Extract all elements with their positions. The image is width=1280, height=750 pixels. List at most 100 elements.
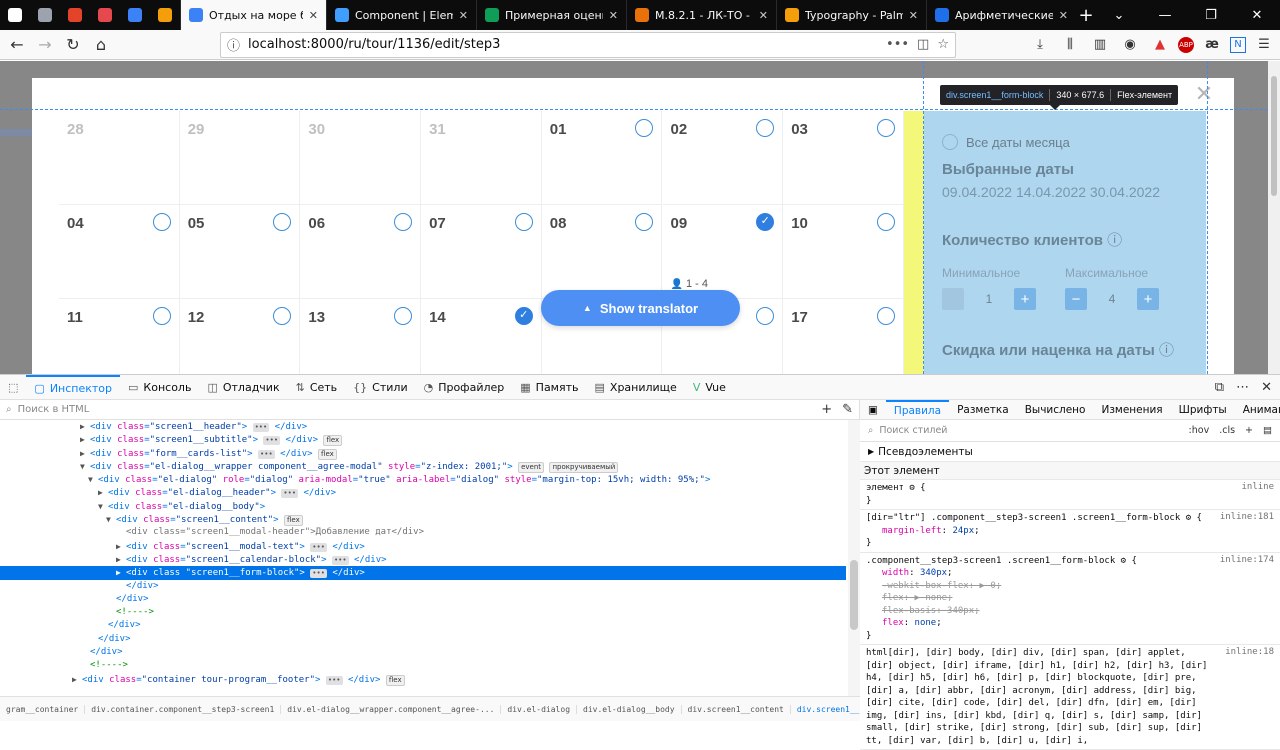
day-radio[interactable]	[876, 307, 895, 325]
min-decrease-button[interactable]	[942, 288, 964, 310]
expand-arrow-icon[interactable]: ▼	[80, 460, 90, 473]
calendar-day[interactable]: 30	[300, 111, 422, 205]
browser-tab[interactable]: Отдых на море без п ✕	[180, 0, 326, 30]
devtools-tab[interactable]: ▤ Хранилище	[587, 375, 685, 400]
dom-node[interactable]: ▼ <div class="el-dialog__body">	[0, 500, 846, 513]
day-checked-icon[interactable]: ✓	[756, 213, 775, 231]
calendar-day[interactable]: 02	[662, 111, 784, 205]
devtools-menu-icon[interactable]: ⋯	[1236, 380, 1249, 395]
dom-node[interactable]: </div>	[0, 619, 846, 632]
breadcrumb-item[interactable]: div.screen1__content	[682, 704, 791, 714]
pinned-tab[interactable]	[90, 0, 120, 30]
tab-close-icon[interactable]: ✕	[309, 9, 318, 22]
day-radio[interactable]	[635, 119, 654, 137]
min-value[interactable]: 1	[964, 292, 1014, 306]
browser-tab[interactable]: Component | Element ✕	[326, 0, 476, 30]
pinned-tab[interactable]	[150, 0, 180, 30]
dialog-close-icon[interactable]: ✕	[1194, 84, 1214, 106]
devtools-tab[interactable]: ⇅ Сеть	[288, 375, 346, 400]
calendar-day[interactable]: 03	[783, 111, 904, 205]
menu-icon[interactable]: ☰	[1252, 35, 1276, 55]
dom-node[interactable]: </div>	[0, 633, 846, 646]
devtools-tab[interactable]: ◫ Отладчик	[199, 375, 287, 400]
min-increase-button[interactable]: +	[1014, 288, 1036, 310]
add-rule-icon[interactable]: +	[1245, 425, 1253, 436]
all-dates-radio[interactable]: Все даты месяца	[942, 134, 1070, 150]
devtools-tab[interactable]: V Vue	[685, 375, 734, 400]
calendar-day[interactable]: 13	[300, 299, 422, 374]
adblock-icon[interactable]: ABP	[1178, 36, 1194, 53]
rule-source-link[interactable]: inline:181	[1220, 512, 1274, 522]
calendar-day[interactable]: 29	[179, 111, 301, 205]
devtools-tab[interactable]: ◔ Профайлер	[416, 375, 513, 400]
page-info-icon[interactable]: ⓘ	[227, 35, 240, 54]
calendar-day[interactable]: 05	[179, 205, 301, 299]
reload-button[interactable]: ↻	[60, 32, 86, 58]
window-expand-icon[interactable]: ⌄	[1096, 8, 1142, 23]
calendar-day[interactable]: 31	[421, 111, 542, 205]
html-search-input[interactable]: Поиск в HTML	[18, 404, 90, 415]
minimize-button[interactable]: —	[1142, 8, 1188, 23]
expand-arrow-icon[interactable]: ▶	[116, 553, 126, 566]
expand-arrow-icon[interactable]: ▼	[98, 500, 108, 513]
day-radio[interactable]	[756, 307, 775, 325]
dom-node[interactable]: ▶ <div class="el-dialog__header"> ••• </d…	[0, 486, 846, 499]
tab-close-icon[interactable]: ✕	[1059, 9, 1068, 22]
devtools-tab[interactable]: ▦ Память	[512, 375, 586, 400]
day-radio[interactable]	[394, 307, 413, 325]
restore-button[interactable]: ❐	[1188, 8, 1234, 23]
rule-selector[interactable]: html[dir], [dir] body, [dir] div, [dir] …	[866, 647, 1274, 747]
library-icon[interactable]: ⫼	[1058, 35, 1082, 55]
calendar-day[interactable]: 04	[59, 205, 180, 299]
page-scrollbar[interactable]	[1268, 61, 1280, 374]
browser-tab[interactable]: Арифметические опе ✕	[926, 0, 1076, 30]
new-tab-button[interactable]: +	[1076, 5, 1096, 26]
expand-arrow-icon[interactable]: ▶	[72, 673, 82, 686]
day-radio[interactable]	[273, 213, 292, 231]
breadcrumb-item[interactable]: div.el-dialog__body	[577, 704, 682, 714]
calendar-day[interactable]: 11	[59, 299, 180, 374]
day-radio[interactable]	[152, 307, 171, 325]
print-sim-icon[interactable]: ▤	[1263, 425, 1272, 436]
css-declaration[interactable]: margin-left: 24px;	[866, 525, 1274, 538]
expand-arrow-icon[interactable]: ▶	[80, 447, 90, 460]
dom-node[interactable]: </div>	[0, 580, 846, 593]
dom-node[interactable]: </div>	[0, 593, 846, 606]
page-actions-icon[interactable]: •••	[886, 37, 909, 52]
devtools-tab[interactable]: ▭ Консоль	[120, 375, 199, 400]
info-icon[interactable]: ⓘ	[1159, 342, 1174, 359]
tab-close-icon[interactable]: ✕	[459, 9, 468, 22]
info-icon[interactable]: ⓘ	[1107, 232, 1122, 249]
day-radio[interactable]	[635, 213, 654, 231]
breadcrumb-item[interactable]: gram__container	[0, 704, 86, 714]
rule-selector[interactable]: элемент ⚙ {	[866, 482, 1274, 495]
devtools-close-icon[interactable]: ✕	[1261, 380, 1272, 395]
max-decrease-button[interactable]: −	[1065, 288, 1087, 310]
rules-tab[interactable]: Правила	[885, 399, 950, 420]
tab-close-icon[interactable]: ✕	[609, 9, 618, 22]
expand-arrow-icon[interactable]: ▶	[116, 566, 126, 579]
dom-node[interactable]: <div class="screen1__modal-header">Добав…	[0, 526, 846, 539]
rules-tab[interactable]: Анимации	[1235, 400, 1280, 420]
calendar-day[interactable]: 06	[300, 205, 422, 299]
show-translator-button[interactable]: ▲ Show translator	[541, 290, 740, 326]
day-radio[interactable]	[394, 213, 413, 231]
max-increase-button[interactable]: +	[1137, 288, 1159, 310]
pocket-icon[interactable]: ◫	[917, 37, 929, 52]
rule-selector[interactable]: [dir="ltr"] .component__step3-screen1 .s…	[866, 512, 1274, 525]
rules-tab[interactable]: Вычислено	[1017, 400, 1094, 420]
expand-arrow-icon[interactable]: ▶	[116, 540, 126, 553]
forward-button[interactable]: →	[32, 32, 58, 58]
url-bar[interactable]: ⓘ localhost:8000/ru/tour/1136/edit/step3…	[220, 31, 956, 58]
dom-node[interactable]: ▶ <div class="form__cards-list"> ••• </di…	[0, 447, 846, 460]
tab-close-icon[interactable]: ✕	[909, 9, 918, 22]
expand-arrow-icon[interactable]: ▶	[80, 433, 90, 446]
css-declaration[interactable]: width: 340px;	[866, 567, 1274, 580]
calendar-day[interactable]: 10	[783, 205, 904, 299]
css-declaration[interactable]: flex-basis: 340px;	[866, 605, 1274, 618]
close-window-button[interactable]: ✕	[1234, 8, 1280, 23]
rules-tab[interactable]: Изменения	[1093, 400, 1170, 420]
calendar-day[interactable]: 01	[541, 111, 663, 205]
dom-node[interactable]: ▼ <div class="el-dialog" role="dialog" ar…	[0, 473, 846, 486]
rules-tab[interactable]: Разметка	[949, 400, 1017, 420]
